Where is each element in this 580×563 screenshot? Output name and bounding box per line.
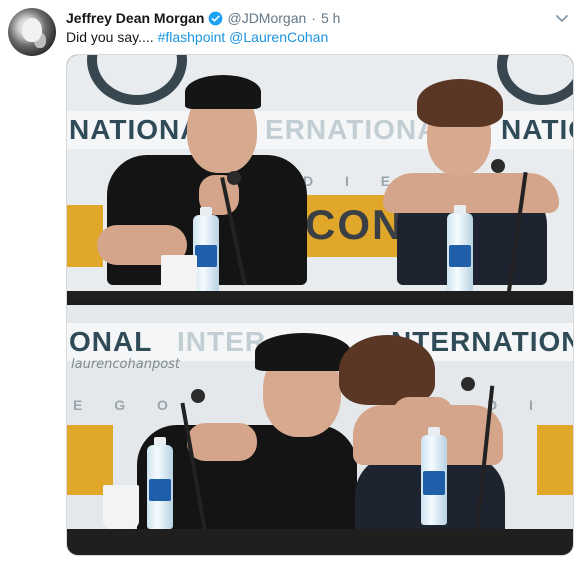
- con-sign-edge: [537, 425, 573, 495]
- cap: [255, 333, 351, 371]
- tweet-media[interactable]: NATIONAL ERNATIONAL NATIO D I E G O CON: [66, 54, 574, 556]
- hand: [393, 397, 453, 429]
- con-sign-edge: [67, 205, 103, 267]
- tweet: Jeffrey Dean Morgan @JDMorgan · 5 h Did …: [0, 0, 580, 563]
- timestamp[interactable]: 5 h: [321, 10, 340, 26]
- cup: [103, 485, 139, 529]
- mention-link[interactable]: @LaurenCohan: [229, 29, 328, 45]
- chevron-down-icon[interactable]: [554, 10, 570, 26]
- shoulders: [383, 173, 559, 213]
- banner-graphic: [497, 55, 573, 105]
- hair: [417, 79, 503, 127]
- hand: [187, 423, 257, 461]
- water-bottle: [447, 205, 473, 295]
- tweet-text-prefix: Did you say....: [66, 29, 158, 45]
- photo-top: NATIONAL ERNATIONAL NATIO D I E G O CON: [67, 55, 573, 303]
- banner-text: ONAL: [69, 326, 153, 357]
- author-handle[interactable]: @JDMorgan: [227, 10, 306, 26]
- banner-graphic: [87, 55, 187, 105]
- water-bottle: [421, 427, 447, 525]
- microphone-head: [491, 159, 505, 173]
- microphone-head: [191, 389, 205, 403]
- cap: [185, 75, 261, 109]
- banner-text: NATIO: [501, 114, 573, 145]
- microphone-head: [227, 171, 241, 185]
- avatar[interactable]: [8, 8, 56, 56]
- hashtag-link[interactable]: #flashpoint: [158, 29, 226, 45]
- separator-dot: ·: [311, 10, 316, 26]
- watermark: laurencohanpost: [71, 357, 181, 372]
- microphone-head: [461, 377, 475, 391]
- diego-text: E G O: [73, 397, 182, 413]
- banner-text: INTER: [177, 326, 266, 357]
- table: [67, 291, 573, 303]
- verified-badge-icon: [209, 11, 223, 25]
- hair: [339, 335, 435, 405]
- table: [67, 529, 573, 555]
- author-name[interactable]: Jeffrey Dean Morgan: [66, 10, 204, 26]
- water-bottle: [147, 437, 173, 529]
- tweet-header: Jeffrey Dean Morgan @JDMorgan · 5 h: [66, 9, 340, 27]
- photo-bottom: ONAL INTER NTERNATION laurencohanpost E …: [67, 305, 573, 555]
- tweet-text: Did you say.... #flashpoint @LaurenCohan: [66, 28, 328, 46]
